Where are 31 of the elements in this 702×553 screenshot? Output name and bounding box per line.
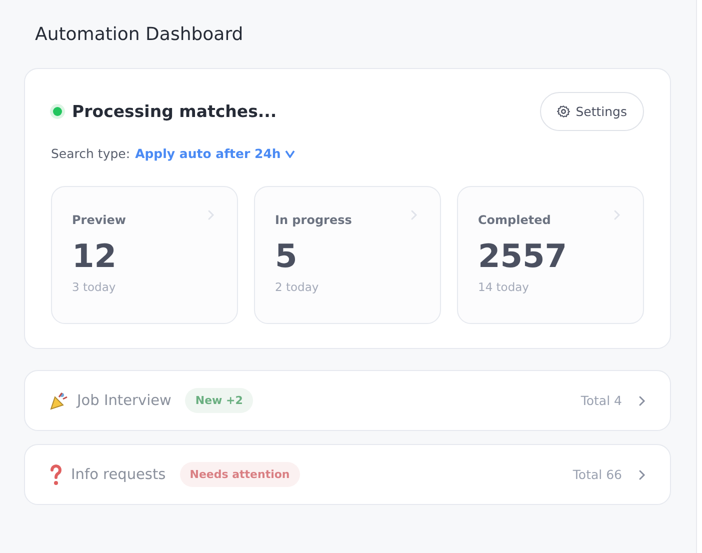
- page-title: Automation Dashboard: [35, 24, 244, 45]
- chevron-right-icon: [638, 394, 646, 406]
- stat-subtext: 2 today: [275, 280, 319, 294]
- chevron-right-icon: [613, 209, 621, 221]
- stat-card[interactable]: In progress 5 2 today: [254, 186, 441, 324]
- chevron-right-icon: [410, 209, 418, 221]
- stat-value: 2557: [478, 236, 568, 276]
- status-tag: New +2: [185, 388, 253, 413]
- stat-subtext: 14 today: [478, 280, 529, 294]
- stat-value: 12: [72, 236, 117, 276]
- chevron-down-icon: [284, 150, 295, 158]
- chevron-right-icon: [207, 209, 215, 221]
- question-mark-icon: [49, 464, 63, 486]
- party-popper-icon: [49, 390, 69, 410]
- stat-value: 5: [275, 236, 298, 276]
- stat-subtext: 3 today: [72, 280, 116, 294]
- settings-button[interactable]: Settings: [540, 92, 644, 131]
- search-type-label: Search type:: [51, 146, 130, 161]
- stat-card[interactable]: Preview 12 3 today: [51, 186, 238, 324]
- row-title: Info requests: [71, 466, 166, 482]
- settings-icon: [556, 105, 570, 118]
- stat-label: In progress: [275, 213, 352, 227]
- total-count: Total 4: [580, 393, 622, 408]
- status-title: Processing matches...: [72, 102, 277, 121]
- total-count: Total 66: [572, 467, 622, 482]
- stat-card[interactable]: Completed 2557 14 today: [457, 186, 644, 324]
- stat-label: Completed: [478, 213, 551, 227]
- stat-label: Preview: [72, 213, 126, 227]
- chevron-right-icon: [638, 468, 646, 480]
- row-title: Job Interview: [77, 392, 172, 408]
- status-tag: Needs attention: [180, 462, 300, 487]
